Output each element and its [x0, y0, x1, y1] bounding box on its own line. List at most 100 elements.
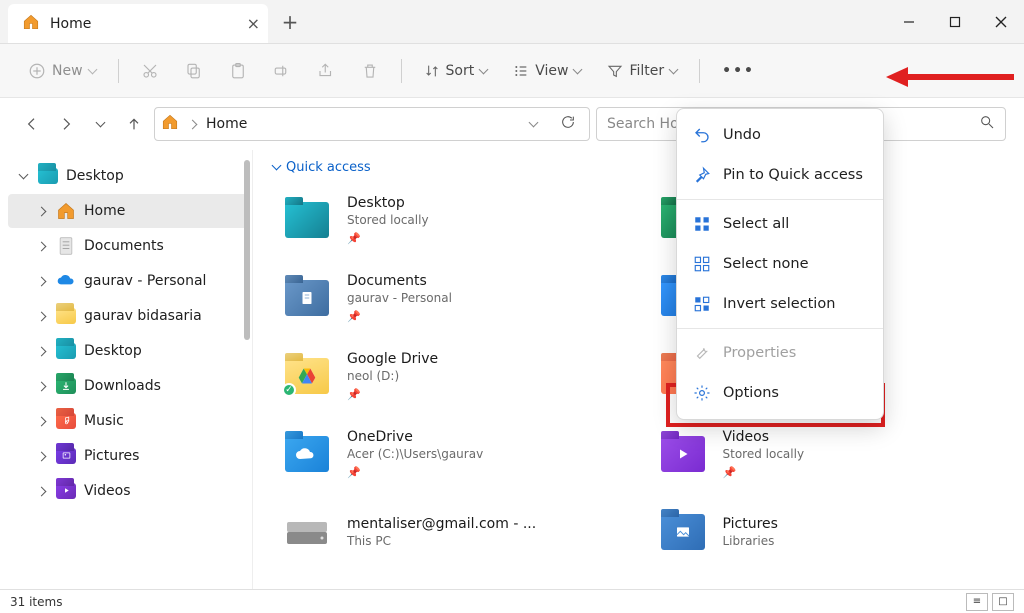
item-subtitle: neol (D:)	[347, 369, 438, 383]
quick-access-item[interactable]: Documents gaurav - Personal 📌	[273, 263, 629, 333]
address-dropdown-icon[interactable]	[524, 116, 543, 132]
new-tab-button[interactable]: +	[268, 0, 312, 43]
item-text: OneDrive Acer (C:)\Users\gaurav 📌	[347, 429, 483, 479]
paste-button[interactable]	[219, 56, 257, 86]
window-tab[interactable]: Home ×	[8, 4, 268, 43]
item-title: Documents	[347, 273, 452, 289]
refresh-button[interactable]	[553, 114, 583, 134]
scissors-icon	[141, 62, 159, 80]
forward-button[interactable]	[52, 110, 80, 138]
menu-item-gear[interactable]: Options	[677, 373, 883, 413]
item-icon	[657, 430, 709, 478]
home-icon	[22, 13, 40, 35]
view-mode-switcher: ≡ □	[966, 593, 1014, 611]
item-text: Documents gaurav - Personal 📌	[347, 273, 452, 323]
folder-icon	[56, 446, 76, 466]
sidebar-item[interactable]: Pictures	[8, 439, 248, 473]
menu-item-label: Select none	[723, 256, 809, 272]
item-text: Desktop Stored locally 📌	[347, 195, 429, 245]
pin-icon: 📌	[347, 388, 438, 401]
chevron-down-icon	[574, 63, 581, 79]
folder-icon	[56, 236, 76, 256]
sidebar-item-label: gaurav bidasaria	[84, 308, 202, 324]
quick-access-item[interactable]: Pictures Libraries	[649, 497, 1005, 567]
share-icon	[317, 62, 335, 80]
expand-caret-icon[interactable]	[34, 379, 48, 393]
expand-caret-icon[interactable]	[34, 344, 48, 358]
expand-caret-icon[interactable]	[34, 239, 48, 253]
recent-button[interactable]	[86, 110, 114, 138]
share-button[interactable]	[307, 56, 345, 86]
sidebar-item-label: Desktop	[66, 168, 124, 184]
command-toolbar: New Sort View Filter •••	[0, 44, 1024, 98]
expand-caret-icon[interactable]	[34, 484, 48, 498]
sidebar-item[interactable]: Downloads	[8, 369, 248, 403]
menu-item-label: Invert selection	[723, 296, 835, 312]
folder-icon	[56, 306, 76, 326]
quick-access-item[interactable]: OneDrive Acer (C:)\Users\gaurav 📌	[273, 419, 629, 489]
menu-item-pin[interactable]: Pin to Quick access	[677, 155, 883, 195]
menu-item-select-none[interactable]: Select none	[677, 244, 883, 284]
sidebar-item-label: Home	[84, 203, 125, 219]
expand-caret-icon[interactable]	[34, 414, 48, 428]
delete-button[interactable]	[351, 56, 389, 86]
more-context-menu: Undo Pin to Quick access Select all Sele…	[676, 108, 884, 420]
sort-button[interactable]: Sort	[414, 57, 498, 85]
address-bar[interactable]: Home	[154, 107, 590, 141]
section-label: Quick access	[286, 160, 371, 175]
minimize-button[interactable]	[886, 0, 932, 43]
chevron-down-icon	[670, 63, 677, 79]
quick-access-item[interactable]: Desktop Stored locally 📌	[273, 185, 629, 255]
expand-caret-icon[interactable]	[34, 274, 48, 288]
close-window-button[interactable]	[978, 0, 1024, 43]
pin-icon: 📌	[347, 466, 483, 479]
search-icon[interactable]	[979, 114, 995, 134]
address-location[interactable]: Home	[206, 116, 247, 132]
title-bar: Home × +	[0, 0, 1024, 44]
quick-access-header[interactable]: Quick access	[273, 160, 1004, 175]
sidebar-item[interactable]: Desktop	[8, 159, 248, 193]
expand-caret-icon[interactable]	[34, 449, 48, 463]
sidebar-item[interactable]: gaurav - Personal	[8, 264, 248, 298]
menu-item-select-all[interactable]: Select all	[677, 204, 883, 244]
copy-button[interactable]	[175, 56, 213, 86]
sidebar-item[interactable]: Music	[8, 404, 248, 438]
expand-caret-icon[interactable]	[34, 309, 48, 323]
folder-icon	[56, 411, 76, 431]
item-count: 31 items	[10, 595, 62, 609]
expand-caret-icon[interactable]	[16, 169, 30, 183]
cut-button[interactable]	[131, 56, 169, 86]
view-icon	[513, 63, 529, 79]
scrollbar[interactable]	[244, 160, 250, 340]
new-button[interactable]: New	[18, 56, 106, 86]
sidebar-item[interactable]: Videos	[8, 474, 248, 508]
select-all-icon	[693, 215, 711, 233]
view-button[interactable]: View	[503, 57, 591, 85]
quick-access-item[interactable]: ✓ Google Drive neol (D:) 📌	[273, 341, 629, 411]
quick-access-item[interactable]: Videos Stored locally 📌	[649, 419, 1005, 489]
sidebar-item[interactable]: Documents	[8, 229, 248, 263]
filter-button[interactable]: Filter	[597, 57, 687, 85]
sidebar-item[interactable]: Home	[8, 194, 248, 228]
quick-access-item[interactable]: mentaliser@gmail.com - ... This PC	[273, 497, 629, 567]
more-button[interactable]: •••	[712, 57, 765, 85]
chevron-right-icon	[189, 116, 196, 132]
details-view-button[interactable]: ≡	[966, 593, 988, 611]
back-button[interactable]	[18, 110, 46, 138]
item-subtitle: Libraries	[723, 534, 778, 548]
icons-view-button[interactable]: □	[992, 593, 1014, 611]
filter-icon	[607, 63, 623, 79]
menu-item-invert[interactable]: Invert selection	[677, 284, 883, 324]
close-tab-icon[interactable]: ×	[247, 14, 260, 33]
expand-caret-icon[interactable]	[34, 204, 48, 218]
maximize-button[interactable]	[932, 0, 978, 43]
up-button[interactable]	[120, 110, 148, 138]
menu-separator	[677, 328, 883, 329]
sidebar-item[interactable]: Desktop	[8, 334, 248, 368]
sidebar-item[interactable]: gaurav bidasaria	[8, 299, 248, 333]
sidebar-item-label: Desktop	[84, 343, 142, 359]
menu-item-undo[interactable]: Undo	[677, 115, 883, 155]
rename-button[interactable]	[263, 56, 301, 86]
item-subtitle: Stored locally	[347, 213, 429, 227]
item-icon	[657, 508, 709, 556]
